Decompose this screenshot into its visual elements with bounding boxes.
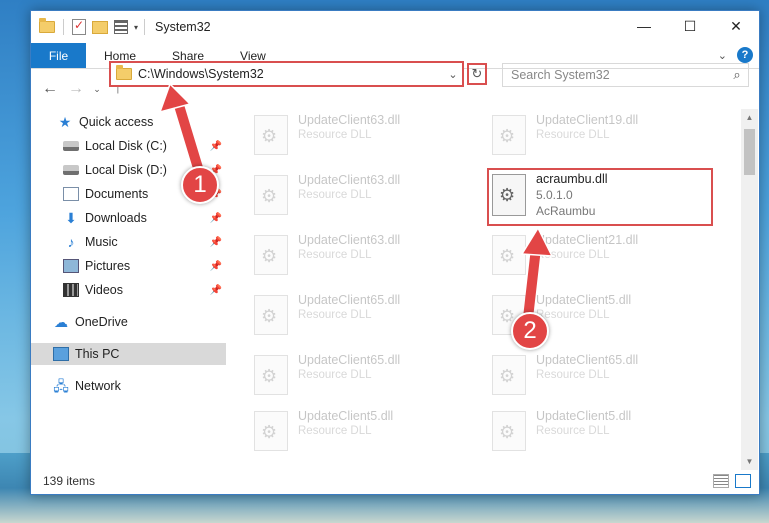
arrow-1-shaft [173,97,203,173]
annotation-arrows [158,82,554,323]
step-marker-2: 2 [511,312,549,350]
arrow-2-head [520,226,554,257]
arrow-2-shaft [523,243,541,323]
arrow-1-head [158,82,192,114]
step-marker-1: 1 [181,166,219,204]
